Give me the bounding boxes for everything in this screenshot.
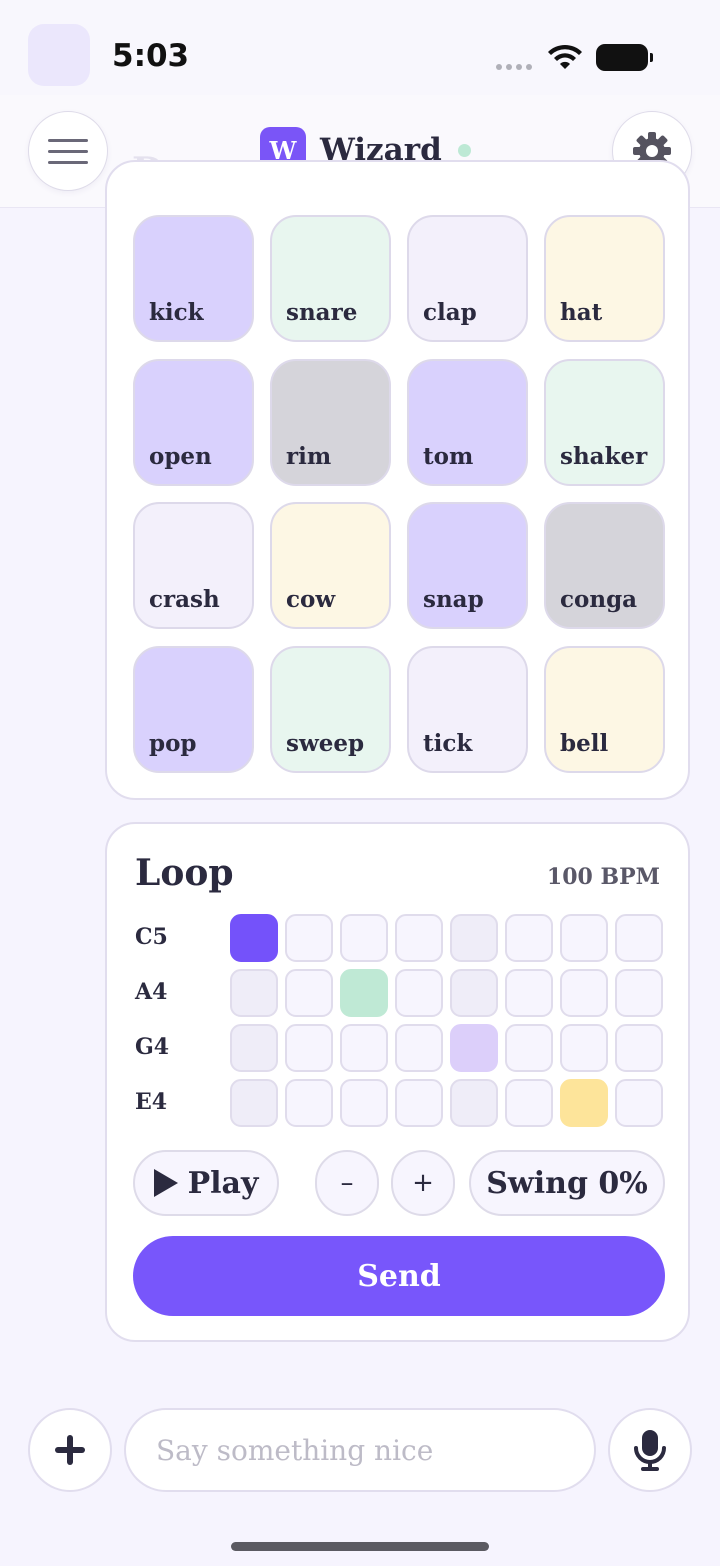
add-attachment-button[interactable]: [28, 1408, 112, 1492]
step-cell[interactable]: [615, 969, 663, 1017]
step-cell[interactable]: [340, 969, 388, 1017]
step-cell[interactable]: [450, 1024, 498, 1072]
play-icon: [153, 1169, 178, 1197]
drum-pad-sweep[interactable]: sweep: [270, 646, 391, 773]
step-cell[interactable]: [230, 969, 278, 1017]
drum-pad-snare[interactable]: snare: [270, 215, 391, 342]
cellular-signal-icon: [496, 64, 532, 70]
step-cell[interactable]: [505, 1079, 553, 1127]
step-cell[interactable]: [230, 1079, 278, 1127]
message-input[interactable]: [124, 1408, 596, 1492]
loop-card: Loop 100 BPM Play – + Swing 0% Send C5 A4…: [105, 822, 690, 1342]
step-cell[interactable]: [615, 1024, 663, 1072]
note-label: E4: [135, 1089, 168, 1115]
drum-pad-conga[interactable]: conga: [544, 502, 665, 629]
plus-icon: [55, 1435, 85, 1465]
drum-pad-rim[interactable]: rim: [270, 359, 391, 486]
drum-pad-clap[interactable]: clap: [407, 215, 528, 342]
step-cell[interactable]: [615, 914, 663, 962]
drum-pad-tick[interactable]: tick: [407, 646, 528, 773]
drum-pad-shaker[interactable]: shaker: [544, 359, 665, 486]
step-cell[interactable]: [505, 1024, 553, 1072]
step-cell[interactable]: [340, 1079, 388, 1127]
step-cell[interactable]: [285, 969, 333, 1017]
drum-pad-cow[interactable]: cow: [270, 502, 391, 629]
tempo-increase-button[interactable]: +: [391, 1150, 455, 1216]
step-cell[interactable]: [340, 914, 388, 962]
step-cell[interactable]: [395, 969, 443, 1017]
step-cell[interactable]: [230, 1024, 278, 1072]
note-label: C5: [135, 924, 168, 950]
drum-pad-snap[interactable]: snap: [407, 502, 528, 629]
hamburger-icon: [48, 138, 88, 164]
step-cell[interactable]: [395, 1024, 443, 1072]
step-cell[interactable]: [340, 1024, 388, 1072]
bpm-value: 100 BPM: [546, 864, 660, 890]
status-bar: 5:03: [0, 0, 720, 110]
step-cell[interactable]: [230, 914, 278, 962]
step-cell[interactable]: [450, 1079, 498, 1127]
swing-button[interactable]: Swing 0%: [469, 1150, 665, 1216]
send-button[interactable]: Send: [133, 1236, 665, 1316]
drum-pad-pop[interactable]: pop: [133, 646, 254, 773]
play-label: Play: [187, 1165, 259, 1201]
online-status-dot: [457, 143, 471, 157]
step-cell[interactable]: [395, 1079, 443, 1127]
step-cell[interactable]: [505, 969, 553, 1017]
play-button[interactable]: Play: [133, 1150, 279, 1216]
plus-label: +: [412, 1168, 434, 1198]
drum-pad-crash[interactable]: crash: [133, 502, 254, 629]
step-cell[interactable]: [285, 1079, 333, 1127]
drum-pads-card: kick snare clap hat open rim tom shaker crash cow…: [105, 160, 690, 800]
step-cell[interactable]: [505, 914, 553, 962]
note-label: A4: [135, 979, 168, 1005]
microphone-button[interactable]: [608, 1408, 692, 1492]
step-cell[interactable]: [560, 1079, 608, 1127]
step-cell[interactable]: [450, 969, 498, 1017]
swing-label: Swing 0%: [486, 1165, 648, 1201]
drum-pad-bell[interactable]: bell: [544, 646, 665, 773]
wifi-icon: [548, 44, 582, 69]
step-cell[interactable]: [285, 1024, 333, 1072]
app-icon: [28, 24, 90, 86]
step-cell[interactable]: [560, 1024, 608, 1072]
minus-label: –: [340, 1168, 354, 1198]
tempo-decrease-button[interactable]: –: [315, 1150, 379, 1216]
drum-pad-tom[interactable]: tom: [407, 359, 528, 486]
status-time: 5:03: [112, 38, 190, 74]
drum-pad-hat[interactable]: hat: [544, 215, 665, 342]
home-indicator: [231, 1542, 489, 1551]
step-cell[interactable]: [450, 914, 498, 962]
step-cell[interactable]: [285, 914, 333, 962]
menu-button[interactable]: [28, 111, 108, 191]
loop-title: Loop: [135, 852, 234, 894]
note-label: G4: [135, 1034, 170, 1060]
step-cell[interactable]: [560, 969, 608, 1017]
drum-pad-open[interactable]: open: [133, 359, 254, 486]
microphone-icon: [634, 1430, 666, 1471]
step-cell[interactable]: [615, 1079, 663, 1127]
step-cell[interactable]: [395, 914, 443, 962]
drum-pad-kick[interactable]: kick: [133, 215, 254, 342]
battery-icon: [596, 44, 653, 71]
step-cell[interactable]: [560, 914, 608, 962]
